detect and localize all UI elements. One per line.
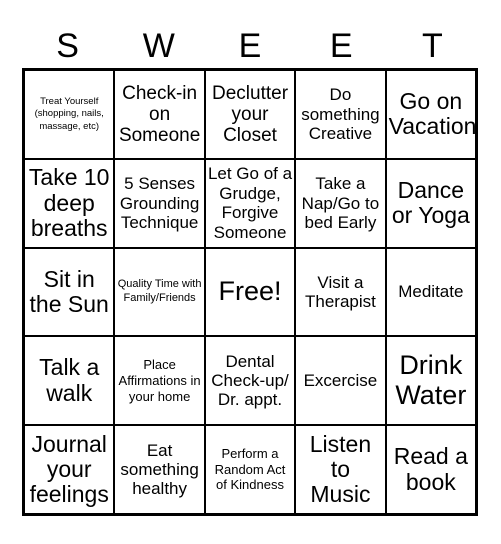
bingo-cell[interactable]: Read a book [387, 426, 475, 513]
bingo-cell-label: Journal your feelings [29, 430, 109, 508]
bingo-cell-label: Let Go of a Grudge, Forgive Someone [207, 164, 293, 242]
bingo-cell-label: Take 10 deep breaths [28, 164, 110, 241]
bingo-cell[interactable]: Let Go of a Grudge, Forgive Someone [206, 159, 297, 247]
bingo-cell[interactable]: Take a Nap/Go to bed Early [296, 159, 387, 247]
bingo-cell[interactable]: Go on Vacation [387, 71, 475, 158]
bingo-cell[interactable]: Listen to Music [296, 426, 387, 513]
bingo-cell-label: 5 Senses Grounding Technique [119, 174, 200, 232]
header-letter-3: E [238, 27, 262, 65]
bingo-cell-label: Meditate [398, 282, 464, 302]
bingo-cell[interactable]: Treat Yourself (shopping, nails, massage… [25, 71, 116, 158]
bingo-cell-label: Take a Nap/Go to bed Early [301, 174, 380, 232]
bingo-cell-label: Sit in the Sun [29, 265, 109, 317]
bingo-cell-label: Go on Vacation [388, 88, 476, 140]
bingo-cell[interactable]: Do something Creative [296, 71, 387, 158]
bingo-cell[interactable]: 5 Senses Grounding Technique [115, 159, 206, 247]
bingo-cell-label: Free! [218, 276, 282, 307]
bingo-cell-label: Perform a Random Act of Kindness [214, 446, 286, 493]
bingo-cell-label: Dental Check-up/ Dr. appt. [211, 351, 289, 410]
bingo-cell-label: Declutter your Closet [212, 82, 289, 147]
bingo-cell-label: Quality Time with Family/Friends [117, 278, 202, 304]
bingo-grid: Treat Yourself (shopping, nails, massage… [22, 68, 478, 516]
bingo-cell[interactable]: Meditate [387, 249, 475, 336]
bingo-cell[interactable]: Perform a Random Act of Kindness [206, 426, 297, 513]
bingo-cell-label: Talk a walk [39, 354, 100, 406]
bingo-cell[interactable]: Take 10 deep breaths [25, 159, 116, 247]
bingo-cell-label: Place Affirmations in your home [118, 357, 201, 404]
bingo-card: S W E E T Treat Yourself (shopping, nail… [0, 0, 501, 544]
bingo-cell-label: Check-in on Someone [118, 82, 201, 147]
bingo-row: Treat Yourself (shopping, nails, massage… [25, 71, 475, 160]
bingo-row: Sit in the Sun Quality Time with Family/… [25, 248, 475, 338]
bingo-cell-label: Dance or Yoga [391, 176, 470, 229]
bingo-cell-label: Treat Yourself (shopping, nails, massage… [34, 95, 104, 132]
bingo-cell[interactable]: Check-in on Someone [115, 71, 206, 158]
bingo-row: Take 10 deep breaths 5 Senses Grounding … [25, 159, 475, 249]
bingo-cell[interactable]: Excercise [296, 337, 387, 425]
bingo-cell[interactable]: Place Affirmations in your home [115, 337, 206, 425]
bingo-cell-label: Eat something healthy [120, 440, 199, 499]
bingo-cell-label: Do something Creative [301, 85, 380, 144]
header-letter-5: T [422, 27, 443, 65]
header-letter-1: S [56, 27, 79, 65]
bingo-cell-label: Excercise [303, 371, 378, 391]
header-letter-4: E [329, 27, 353, 65]
bingo-cell[interactable]: Drink Water [387, 337, 475, 424]
bingo-cell[interactable]: Eat something healthy [115, 426, 206, 513]
bingo-cell-label: Visit a Therapist [304, 272, 376, 311]
bingo-cell[interactable]: Journal your feelings [25, 426, 116, 513]
bingo-cell-label: Drink Water [395, 350, 467, 410]
bingo-cell[interactable]: Talk a walk [25, 337, 116, 425]
bingo-cell-label: Read a book [393, 443, 468, 495]
bingo-cell[interactable]: Dental Check-up/ Dr. appt. [206, 337, 297, 425]
bingo-row: Journal your feelings Eat something heal… [25, 426, 475, 513]
bingo-cell-free[interactable]: Free! [206, 248, 297, 336]
bingo-cell[interactable]: Visit a Therapist [296, 248, 387, 336]
bingo-cell[interactable]: Dance or Yoga [387, 160, 475, 247]
bingo-cell-label: Listen to Music [309, 430, 372, 508]
bingo-cell[interactable]: Declutter your Closet [206, 71, 297, 158]
bingo-cell[interactable]: Sit in the Sun [25, 248, 116, 336]
bingo-header-letters: S W E E T [22, 24, 478, 68]
bingo-row: Talk a walk Place Affirmations in your h… [25, 337, 475, 427]
bingo-cell[interactable]: Quality Time with Family/Friends [115, 248, 206, 336]
header-letter-2: W [142, 27, 175, 65]
